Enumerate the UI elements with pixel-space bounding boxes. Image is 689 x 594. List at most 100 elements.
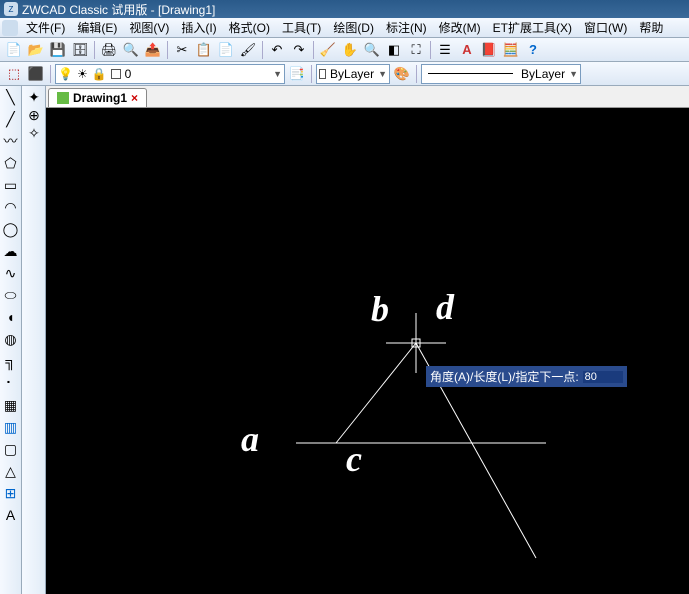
menu-edit[interactable]: 编辑(E) (71, 17, 123, 38)
region-icon[interactable]: ▢ (2, 440, 20, 458)
menu-draw[interactable]: 绘图(D) (327, 17, 380, 38)
rect-icon[interactable]: ▭ (2, 176, 20, 194)
ellipse-icon[interactable]: ⬭ (2, 286, 20, 304)
hatch-icon[interactable]: ▦ (2, 396, 20, 414)
work-area: ╲ ╱ 〰 ⬠ ▭ ◠ ◯ ☁ ∿ ⬭ ◖ ◍ ╗ ⠂ ▦ ▥ ▢ △ ⊞ A … (0, 86, 689, 594)
menu-modify[interactable]: 修改(M) (433, 17, 487, 38)
menu-insert[interactable]: 插入(I) (175, 17, 222, 38)
prompt-input[interactable] (583, 371, 623, 383)
app-menu-icon[interactable] (2, 20, 18, 36)
paste-icon[interactable]: 📄 (216, 40, 236, 60)
sun-icon: ☀ (77, 67, 88, 81)
block-icon[interactable]: ╗ (2, 352, 20, 370)
layer-combo[interactable]: 💡 ☀ 🔒 0 ▼ (55, 64, 285, 84)
canvas-area: Drawing1 × a b c d 角度(A)/长度(L)/指定下一点: (46, 86, 689, 594)
separator (416, 65, 417, 83)
preview-icon[interactable]: 🔍 (121, 40, 141, 60)
props-icon[interactable]: ☰ (435, 40, 455, 60)
tab-label: Drawing1 (73, 91, 127, 105)
layer-color-icon (111, 69, 121, 79)
standard-toolbar: 📄 📂 💾 🗄 🖨 🔍 📤 ✂ 📋 📄 🖌 ↶ ↷ 🧹 ✋ 🔍 ◧ ⛶ ☰ A … (0, 38, 689, 62)
t3-icon[interactable]: ✧ (25, 124, 43, 142)
calc-icon[interactable]: 🧮 (501, 40, 521, 60)
help-icon[interactable]: ? (523, 40, 543, 60)
layerstate-icon[interactable]: ⬛ (26, 64, 46, 84)
zoomext-icon[interactable]: ⛶ (406, 40, 426, 60)
open-icon[interactable]: 📂 (26, 40, 46, 60)
pline-icon[interactable]: 〰 (2, 132, 20, 150)
wipeout-icon[interactable]: △ (2, 462, 20, 480)
separator (167, 41, 168, 59)
spline-icon[interactable]: ∿ (2, 264, 20, 282)
menu-view[interactable]: 视图(V) (123, 17, 175, 38)
bookA-icon[interactable]: A (457, 40, 477, 60)
document-tabs: Drawing1 × (46, 86, 689, 108)
dynamic-input[interactable]: 角度(A)/长度(L)/指定下一点: (426, 366, 627, 387)
prompt-label: 角度(A)/长度(L)/指定下一点: (430, 368, 579, 385)
print-icon[interactable]: 🖨 (99, 40, 119, 60)
layermgr-icon[interactable]: 📑 (287, 64, 307, 84)
menu-file[interactable]: 文件(F) (20, 17, 71, 38)
linetype-combo[interactable]: ByLayer ▼ (421, 64, 581, 84)
point-icon[interactable]: ⠂ (2, 374, 20, 392)
new-icon[interactable]: 📄 (4, 40, 24, 60)
menu-et[interactable]: ET扩展工具(X) (487, 17, 578, 38)
arc-icon[interactable]: ◠ (2, 198, 20, 216)
publish-icon[interactable]: 📤 (143, 40, 163, 60)
ellipsearc-icon[interactable]: ◖ (2, 308, 20, 326)
color-swatch-icon (319, 69, 326, 79)
layer-name: 0 (125, 67, 132, 81)
line-sample-icon (428, 73, 513, 74)
draw-toolbar: ╲ ╱ 〰 ⬠ ▭ ◠ ◯ ☁ ∿ ⬭ ◖ ◍ ╗ ⠂ ▦ ▥ ▢ △ ⊞ A (0, 86, 22, 594)
erase-icon[interactable]: 🧹 (318, 40, 338, 60)
pan-icon[interactable]: ✋ (340, 40, 360, 60)
t2-icon[interactable]: ⊕ (25, 106, 43, 124)
chevron-down-icon: ▼ (378, 69, 387, 79)
polygon-icon[interactable]: ⬠ (2, 154, 20, 172)
revcloud-icon[interactable]: ☁ (2, 242, 20, 260)
chevron-down-icon: ▼ (569, 69, 578, 79)
app-logo-icon: Z (4, 2, 18, 16)
tab-drawing1[interactable]: Drawing1 × (48, 88, 147, 107)
menu-tools[interactable]: 工具(T) (276, 17, 327, 38)
separator (313, 41, 314, 59)
window-title: ZWCAD Classic 试用版 - [Drawing1] (22, 1, 215, 18)
separator (311, 65, 312, 83)
separator (262, 41, 263, 59)
layerprops-icon[interactable]: ⬚ (4, 64, 24, 84)
matchprop-icon[interactable]: 🖌 (238, 40, 258, 60)
menu-help[interactable]: 帮助 (633, 17, 669, 38)
line-icon[interactable]: ╲ (2, 88, 20, 106)
gradient-icon[interactable]: ▥ (2, 418, 20, 436)
menu-window[interactable]: 窗口(W) (578, 17, 633, 38)
drawing-canvas[interactable]: a b c d 角度(A)/长度(L)/指定下一点: (46, 108, 689, 594)
save-icon[interactable]: 💾 (48, 40, 68, 60)
circle-icon[interactable]: ◯ (2, 220, 20, 238)
copy-icon[interactable]: 📋 (194, 40, 214, 60)
cut-icon[interactable]: ✂ (172, 40, 192, 60)
color-combo[interactable]: ByLayer ▼ (316, 64, 390, 84)
separator (94, 41, 95, 59)
undo-icon[interactable]: ↶ (267, 40, 287, 60)
t1-icon[interactable]: ✦ (25, 88, 43, 106)
menu-format[interactable]: 格式(O) (223, 17, 276, 38)
donut-icon[interactable]: ◍ (2, 330, 20, 348)
zoomwin-icon[interactable]: ◧ (384, 40, 404, 60)
title-bar: Z ZWCAD Classic 试用版 - [Drawing1] (0, 0, 689, 18)
zoom-icon[interactable]: 🔍 (362, 40, 382, 60)
table-icon[interactable]: ⊞ (2, 484, 20, 502)
xline-icon[interactable]: ╱ (2, 110, 20, 128)
close-icon[interactable]: × (131, 91, 138, 105)
menu-dim[interactable]: 标注(N) (380, 17, 433, 38)
layers-toolbar: ⬚ ⬛ 💡 ☀ 🔒 0 ▼ 📑 ByLayer ▼ 🎨 ByLayer ▼ (0, 62, 689, 86)
colorpick-icon[interactable]: 🎨 (392, 64, 412, 84)
text-icon[interactable]: A (2, 506, 20, 524)
book-icon[interactable]: 📕 (479, 40, 499, 60)
saveall-icon[interactable]: 🗄 (70, 40, 90, 60)
color-value: ByLayer (330, 67, 374, 81)
linetype-value: ByLayer (521, 67, 565, 81)
modify-toolbar: ✦ ⊕ ✧ (22, 86, 46, 594)
canvas-svg (46, 108, 689, 594)
separator (50, 65, 51, 83)
redo-icon[interactable]: ↷ (289, 40, 309, 60)
